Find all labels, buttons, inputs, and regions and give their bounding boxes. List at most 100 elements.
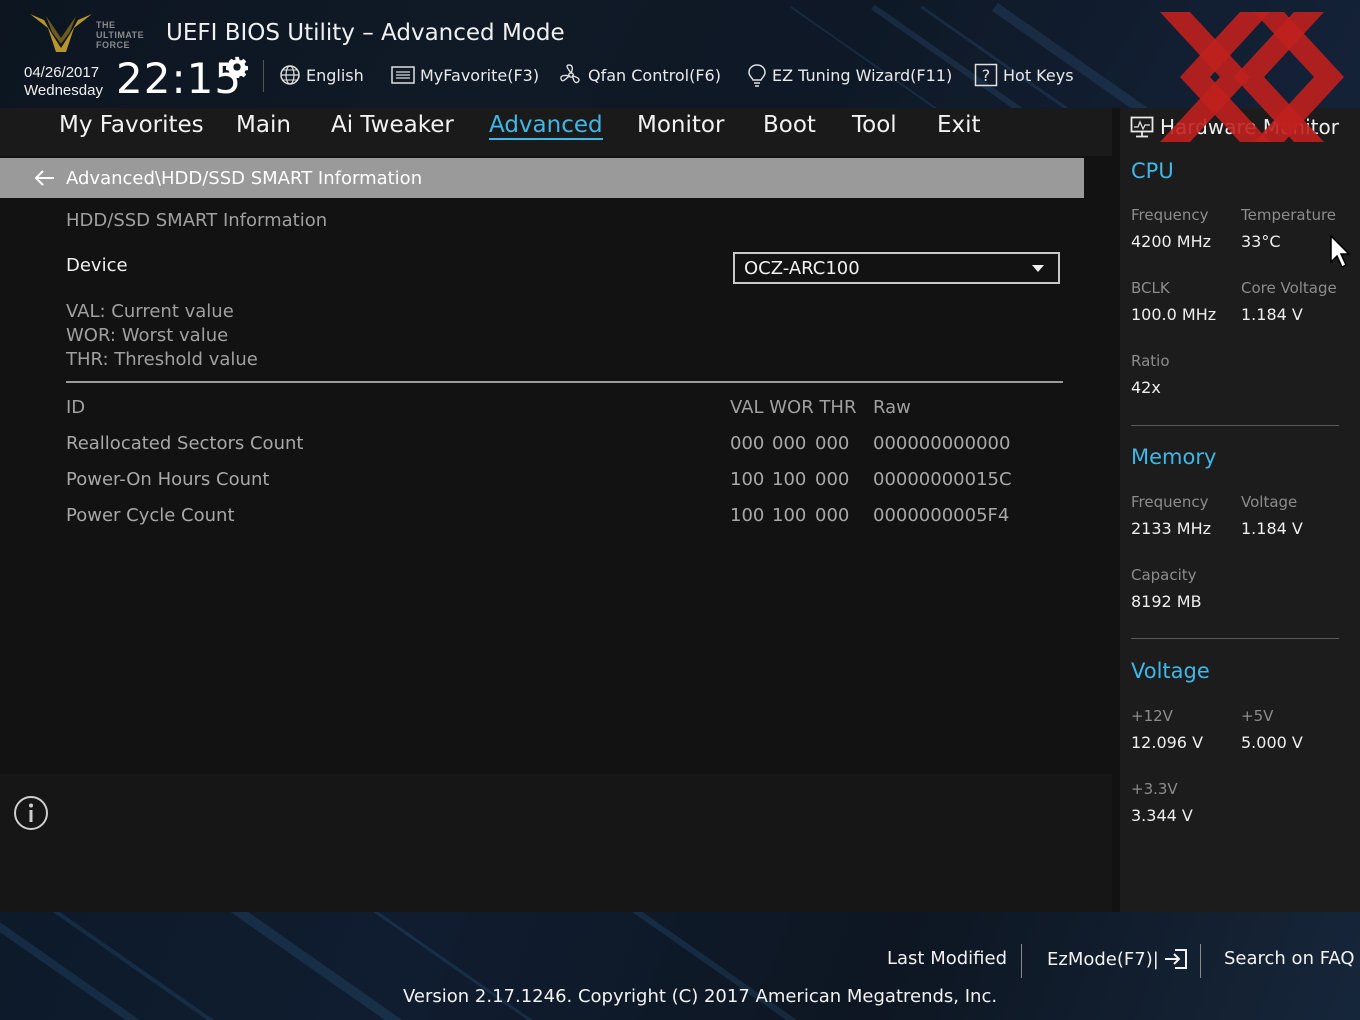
- footer-separator: [1021, 944, 1022, 978]
- cpu-heading: CPU: [1131, 159, 1174, 183]
- ez-tuning-wizard-button[interactable]: EZ Tuning Wizard(F11): [747, 60, 952, 90]
- voltage-3v3-value: 3.344 V: [1131, 806, 1193, 825]
- memory-frequency-value: 2133 MHz: [1131, 519, 1212, 538]
- voltage-5v-label: +5V: [1241, 707, 1274, 725]
- question-icon: ?: [974, 63, 998, 87]
- ez-tuning-wizard-label: EZ Tuning Wizard(F11): [772, 65, 953, 85]
- xx-watermark-logo: [1160, 12, 1344, 142]
- cpu-bclk-label: BCLK: [1131, 279, 1170, 297]
- memory-frequency-label: Frequency: [1131, 493, 1209, 511]
- device-select[interactable]: OCZ-ARC100: [733, 252, 1060, 284]
- language-button[interactable]: English: [279, 60, 364, 90]
- cpu-core-voltage-value: 1.184 V: [1241, 305, 1303, 324]
- column-header-val-wor-thr: VAL WOR THR: [730, 397, 857, 418]
- tab-monitor[interactable]: Monitor: [637, 112, 724, 138]
- row-val: 100: [730, 505, 765, 526]
- column-header-raw: Raw: [873, 397, 911, 418]
- svg-text:?: ?: [982, 66, 991, 85]
- back-arrow-icon[interactable]: [32, 168, 58, 188]
- clock: 22:15: [116, 54, 243, 103]
- tab-exit[interactable]: Exit: [937, 112, 981, 138]
- tab-my-favorites[interactable]: My Favorites: [59, 112, 204, 138]
- section-title: HDD/SSD SMART Information: [66, 210, 328, 231]
- my-favorite-label: MyFavorite(F3): [420, 65, 540, 85]
- help-info-panel: [0, 774, 1112, 912]
- voltage-heading: Voltage: [1131, 659, 1210, 683]
- cpu-frequency-value: 4200 MHz: [1131, 232, 1212, 251]
- hw-divider: [1131, 425, 1339, 426]
- row-val: 000: [730, 433, 765, 454]
- row-raw: 0000000005F4: [873, 505, 1010, 526]
- date-display: 04/26/2017 Wednesday: [24, 64, 103, 100]
- voltage-3v3-label: +3.3V: [1131, 780, 1178, 798]
- language-label: English: [306, 65, 364, 85]
- lightbulb-icon: [748, 64, 766, 87]
- row-wor: 100: [772, 505, 807, 526]
- tab-advanced[interactable]: Advanced: [489, 112, 603, 140]
- gear-icon[interactable]: [226, 56, 248, 78]
- divider: [66, 381, 1063, 383]
- qfan-control-label: Qfan Control(F6): [588, 65, 721, 85]
- device-select-value: OCZ-ARC100: [744, 257, 860, 279]
- info-icon: [14, 796, 48, 830]
- voltage-5v-value: 5.000 V: [1241, 733, 1303, 752]
- table-row: Power-On Hours Count 100 100 000 0000000…: [0, 469, 1084, 505]
- version-text: Version 2.17.1246. Copyright (C) 2017 Am…: [403, 986, 998, 1007]
- favorite-list-icon: [391, 66, 415, 84]
- last-modified-button[interactable]: Last Modified: [887, 948, 1007, 969]
- qfan-control-button[interactable]: Qfan Control(F6): [559, 60, 721, 90]
- voltage-12v-value: 12.096 V: [1131, 733, 1204, 752]
- row-wor: 000: [772, 433, 807, 454]
- hw-divider: [1131, 638, 1339, 639]
- device-label: Device: [66, 255, 128, 276]
- legend-wor: WOR: Worst value: [66, 325, 229, 346]
- main-panel: Advanced\HDD/SSD SMART Information HDD/S…: [0, 156, 1112, 766]
- main-nav: My Favorites Main Ai Tweaker Advanced Mo…: [0, 108, 1112, 156]
- cpu-ratio-value: 42x: [1131, 378, 1161, 397]
- voltage-12v-label: +12V: [1131, 707, 1173, 725]
- tab-tool[interactable]: Tool: [852, 112, 897, 138]
- row-name: Power-On Hours Count: [66, 469, 270, 490]
- memory-voltage-label: Voltage: [1241, 493, 1298, 511]
- cpu-temperature-label: Temperature: [1241, 206, 1337, 224]
- ezmode-label: EzMode(F7)|: [1047, 948, 1159, 970]
- cpu-core-voltage-label: Core Voltage: [1241, 279, 1337, 297]
- tab-ai-tweaker[interactable]: Ai Tweaker: [331, 112, 454, 138]
- header-separator: [263, 60, 264, 92]
- row-raw: 00000000015C: [873, 469, 1012, 490]
- hot-keys-label: Hot Keys: [1003, 65, 1074, 85]
- breadcrumb[interactable]: Advanced\HDD/SSD SMART Information: [0, 158, 1084, 198]
- logo-text: THE ULTIMATE FORCE: [96, 20, 145, 50]
- memory-heading: Memory: [1131, 445, 1217, 469]
- search-faq-button[interactable]: Search on FAQ: [1224, 948, 1355, 969]
- search-faq-label: Search on FAQ: [1224, 948, 1355, 969]
- column-header-id: ID: [66, 397, 86, 418]
- footer-separator: [1200, 944, 1201, 978]
- memory-capacity-label: Capacity: [1131, 566, 1197, 584]
- last-modified-label: Last Modified: [887, 948, 1008, 969]
- table-row: Power Cycle Count 100 100 000 0000000005…: [0, 505, 1084, 541]
- header-bar: THE ULTIMATE FORCE UEFI BIOS Utility – A…: [0, 0, 1360, 108]
- cpu-temperature-value: 33°C: [1241, 232, 1281, 251]
- fan-icon: [560, 64, 580, 84]
- legend-thr: THR: Threshold value: [66, 349, 258, 370]
- table-row: Reallocated Sectors Count 000 000 000 00…: [0, 433, 1084, 469]
- ezmode-button[interactable]: EzMode(F7)|: [1047, 948, 1189, 970]
- tab-boot[interactable]: Boot: [763, 112, 816, 138]
- row-name: Power Cycle Count: [66, 505, 235, 526]
- my-favorite-button[interactable]: MyFavorite(F3): [391, 60, 539, 90]
- footer-bar: Last Modified EzMode(F7)| Search on FAQ …: [0, 912, 1360, 1020]
- row-wor: 100: [772, 469, 807, 490]
- monitor-icon: [1130, 116, 1154, 138]
- cpu-frequency-label: Frequency: [1131, 206, 1209, 224]
- hot-keys-button[interactable]: ? Hot Keys: [974, 60, 1074, 90]
- hardware-monitor-panel: Hardware Monitor CPU Frequency Temperatu…: [1120, 108, 1360, 912]
- row-name: Reallocated Sectors Count: [66, 433, 304, 454]
- tab-main[interactable]: Main: [236, 112, 291, 138]
- exit-arrow-icon: [1164, 949, 1187, 969]
- date-text: 04/26/2017: [24, 64, 100, 81]
- row-thr: 000: [815, 505, 850, 526]
- row-raw: 000000000000: [873, 433, 1011, 454]
- globe-icon: [280, 65, 300, 85]
- row-val: 100: [730, 469, 765, 490]
